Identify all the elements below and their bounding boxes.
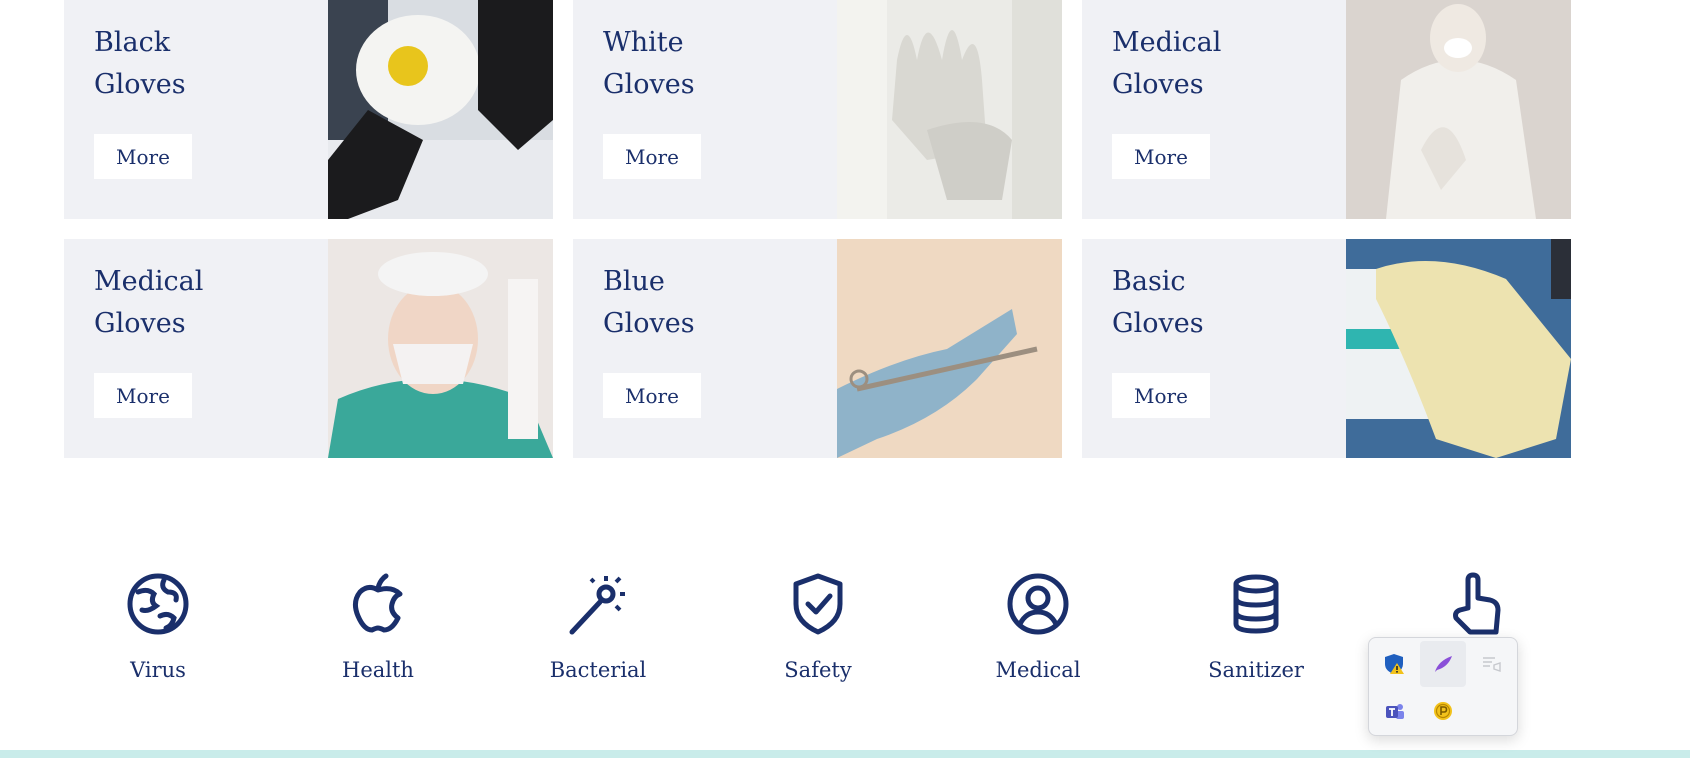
- card-title: Black Gloves: [94, 27, 186, 100]
- card-white-gloves: White Gloves More: [573, 0, 1062, 219]
- more-button[interactable]: More: [1112, 373, 1210, 418]
- feature-label: Medical: [995, 658, 1081, 682]
- feature-bacterial[interactable]: Bacterial: [508, 572, 688, 682]
- notification-icon[interactable]: [1468, 641, 1514, 687]
- user-circle-icon: [1007, 573, 1069, 635]
- feature-virus[interactable]: Virus: [68, 572, 248, 682]
- card-title: Basic Gloves: [1112, 266, 1204, 339]
- black-gloves-respirator-photo: [328, 0, 553, 219]
- feature-health[interactable]: Health: [288, 572, 468, 682]
- feature-label: Virus: [130, 658, 186, 682]
- protective-suit-gloves-photo: [1346, 0, 1571, 219]
- card-title: Medical Gloves: [94, 266, 204, 339]
- more-button[interactable]: More: [603, 373, 701, 418]
- white-gloves-photo: [837, 0, 1062, 219]
- globe-icon: [127, 573, 189, 635]
- surgeon-mask-photo: [328, 239, 553, 458]
- latex-gloves-box-photo: [1346, 239, 1571, 458]
- feature-medical[interactable]: Medical: [948, 572, 1128, 682]
- system-tray-overflow: [1368, 637, 1518, 736]
- feature-label: Safety: [784, 658, 852, 682]
- card-title: Medical Gloves: [1112, 27, 1222, 100]
- feature-safety[interactable]: Safety: [728, 572, 908, 682]
- blue-glove-scissors-photo: [837, 239, 1062, 458]
- pointer-hand-icon: [1453, 572, 1501, 635]
- more-button[interactable]: More: [603, 134, 701, 179]
- feature-label: Sanitizer: [1208, 658, 1304, 682]
- more-button[interactable]: More: [94, 373, 192, 418]
- feature-label: Bacterial: [549, 658, 647, 682]
- card-basic-gloves: Basic Gloves More: [1082, 239, 1571, 458]
- card-title: White Gloves: [603, 27, 695, 100]
- shield-check-icon: [793, 573, 843, 635]
- more-button[interactable]: More: [1112, 134, 1210, 179]
- card-black-gloves: Black Gloves More: [64, 0, 553, 219]
- card-title: Blue Gloves: [603, 266, 695, 339]
- card-medical-gloves-2: Medical Gloves More: [64, 239, 553, 458]
- feature-sanitizer[interactable]: Sanitizer: [1166, 572, 1346, 682]
- feather-app-icon[interactable]: [1420, 641, 1466, 687]
- more-button[interactable]: More: [94, 134, 192, 179]
- teams-icon[interactable]: [1372, 688, 1418, 734]
- card-medical-gloves-1: Medical Gloves More: [1082, 0, 1571, 219]
- defender-warning-icon[interactable]: [1372, 641, 1418, 687]
- feature-label: Health: [342, 658, 414, 682]
- coin-p-icon[interactable]: [1420, 688, 1466, 734]
- magic-wand-icon: [569, 576, 625, 635]
- database-icon: [1233, 574, 1279, 634]
- footer-strip: [0, 750, 1690, 758]
- card-blue-gloves: Blue Gloves More: [573, 239, 1062, 458]
- apple-icon: [352, 573, 403, 633]
